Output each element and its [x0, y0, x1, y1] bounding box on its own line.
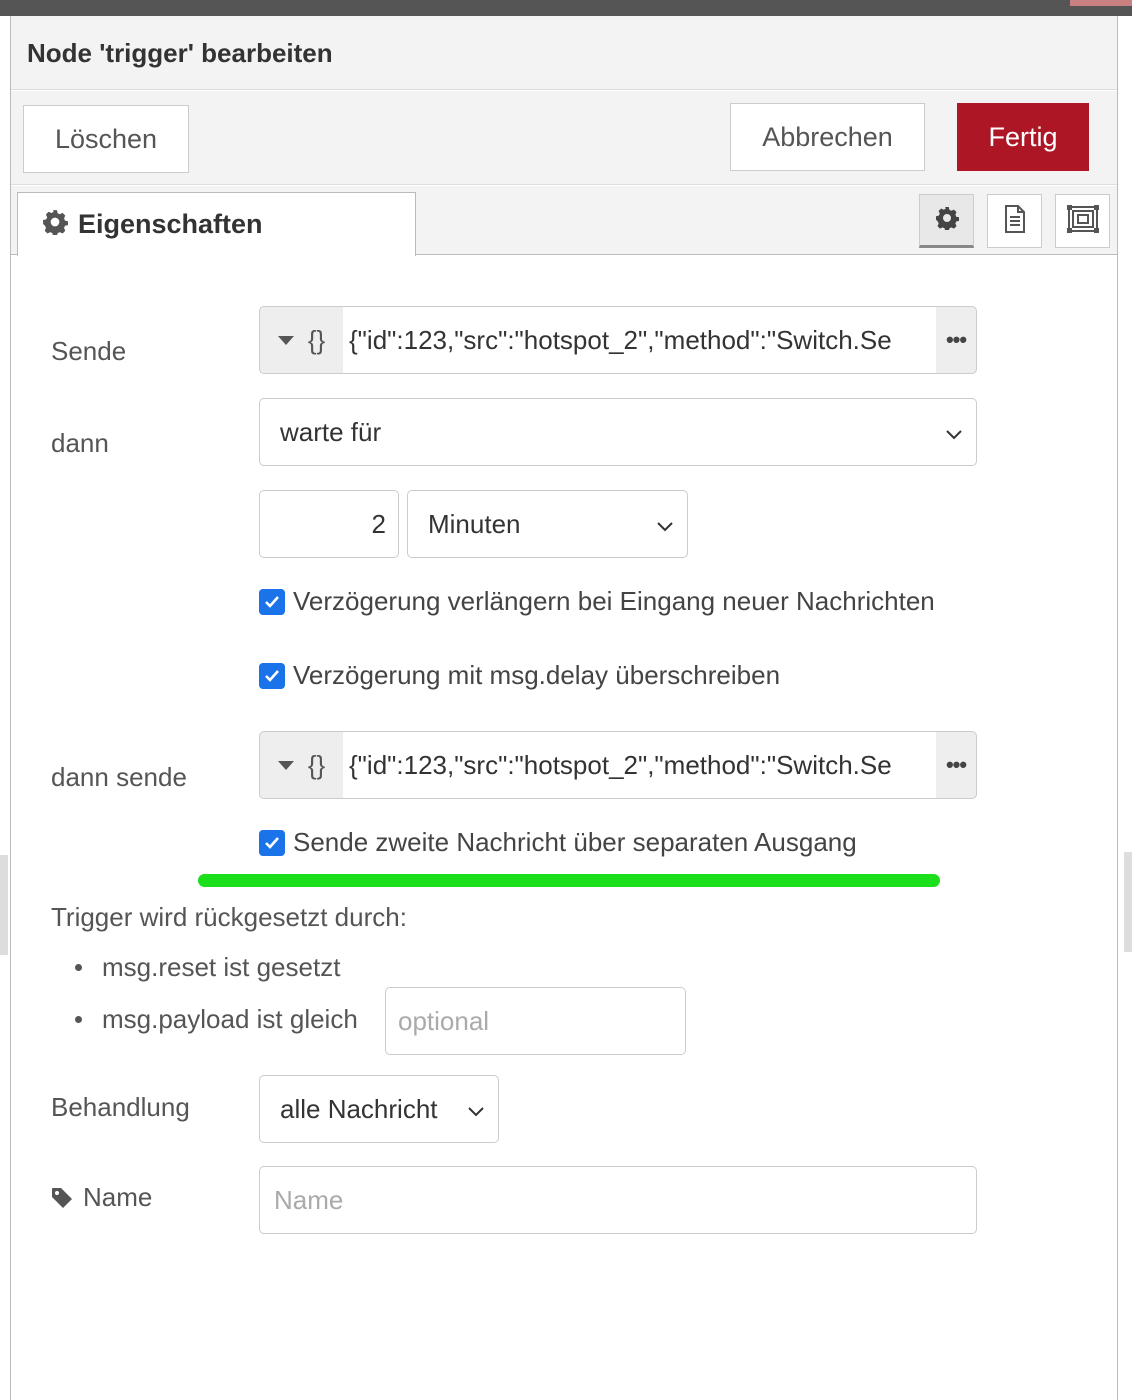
tray-header: Node 'trigger' bearbeiten [11, 16, 1117, 90]
override-delay-label: Verzögerung mit msg.delay überschreiben [293, 660, 781, 690]
duration-input[interactable]: 2 [259, 490, 399, 558]
then-label: dann [51, 428, 109, 458]
name-label-row: Name [51, 1182, 152, 1213]
reset-item-payload-label: msg.payload ist gleich [102, 1004, 358, 1034]
bullet-icon [75, 1016, 82, 1023]
send-label: Sende [51, 336, 127, 366]
override-delay-checkbox[interactable] [259, 662, 285, 689]
tag-icon [51, 1186, 75, 1210]
reset-payload-input[interactable]: optional [385, 987, 686, 1055]
gear-icon [935, 206, 959, 235]
reset-payload-placeholder: optional [398, 1005, 490, 1036]
cancel-button[interactable]: Abbrechen [730, 103, 925, 171]
name-placeholder: Name [274, 1184, 344, 1215]
json-type-icon: {} [307, 324, 326, 355]
then-send-expand-button[interactable]: ••• [936, 732, 976, 798]
chevron-down-icon [466, 1098, 486, 1129]
then-send-label: dann sende [51, 762, 187, 792]
reset-item-payload: msg.payload ist gleich [75, 1004, 358, 1035]
chevron-down-icon [944, 421, 964, 452]
send-typed-input: {} {"id":123,"src":"hotspot_2","method":… [259, 306, 977, 374]
override-delay-row: Verzögerung mit msg.delay überschreiben [259, 660, 780, 691]
name-label: Name [83, 1182, 153, 1212]
handling-select[interactable]: alle Nachricht [259, 1075, 499, 1143]
reset-heading: Trigger wird rückgesetzt durch: [51, 902, 407, 932]
handling-label: Behandlung [51, 1092, 190, 1122]
bullet-icon [75, 964, 82, 971]
send-value-input[interactable]: {"id":123,"src":"hotspot_2","method":"Sw… [343, 307, 936, 373]
reset-item-msg-reset-label: msg.reset ist gesetzt [102, 952, 341, 982]
second-output-checkbox[interactable] [259, 829, 285, 856]
then-send-value-input[interactable]: {"id":123,"src":"hotspot_2","method":"Sw… [343, 732, 936, 798]
second-output-row: Sende zweite Nachricht über separaten Au… [259, 827, 857, 858]
frame-icon [1066, 204, 1099, 238]
top-bar [0, 0, 1132, 16]
gear-icon [42, 209, 69, 240]
send-expand-button[interactable]: ••• [936, 307, 976, 373]
left-resize-handle[interactable] [0, 855, 8, 955]
reset-item-msg-reset: msg.reset ist gesetzt [75, 952, 340, 983]
done-button[interactable]: Fertig [957, 103, 1089, 171]
then-send-typed-input: {} {"id":123,"src":"hotspot_2","method":… [259, 731, 977, 799]
tab-properties-label: Eigenschaften [78, 209, 263, 239]
chevron-down-icon [655, 513, 675, 544]
tab-bar: Eigenschaften [11, 186, 1117, 256]
right-resize-handle[interactable] [1124, 852, 1132, 952]
extend-delay-row: Verzögerung verlängern bei Eingang neuer… [259, 586, 935, 617]
tray-toolbar: Löschen Abbrechen Fertig [11, 91, 1117, 185]
highlight-underline [198, 874, 940, 887]
then-send-type-selector[interactable]: {} [260, 732, 343, 798]
top-bar-accent [1070, 0, 1132, 6]
handling-select-value: alle Nachricht [280, 1093, 438, 1124]
tray-title: Node 'trigger' bearbeiten [27, 38, 333, 68]
delete-button[interactable]: Löschen [23, 105, 189, 173]
extend-delay-checkbox[interactable] [259, 588, 285, 615]
tab-appearance-button[interactable] [1055, 194, 1110, 248]
json-type-icon: {} [307, 749, 326, 780]
document-icon [1003, 204, 1027, 238]
second-output-label: Sende zweite Nachricht über separaten Au… [293, 827, 857, 857]
then-select-value: warte für [280, 416, 382, 447]
name-input[interactable]: Name [259, 1166, 977, 1234]
duration-unit-select[interactable]: Minuten [407, 490, 688, 558]
caret-down-icon [277, 760, 294, 770]
duration-unit-value: Minuten [428, 508, 521, 539]
tab-settings-button[interactable] [919, 194, 974, 248]
tab-properties[interactable]: Eigenschaften [17, 192, 416, 256]
send-type-selector[interactable]: {} [260, 307, 343, 373]
caret-down-icon [277, 335, 294, 345]
extend-delay-label: Verzögerung verlängern bei Eingang neuer… [293, 586, 935, 616]
tab-description-button[interactable] [987, 194, 1042, 248]
duration-value: 2 [371, 508, 386, 539]
edit-tray: Node 'trigger' bearbeiten Löschen Abbrec… [10, 16, 1118, 1400]
then-select[interactable]: warte für [259, 398, 977, 466]
